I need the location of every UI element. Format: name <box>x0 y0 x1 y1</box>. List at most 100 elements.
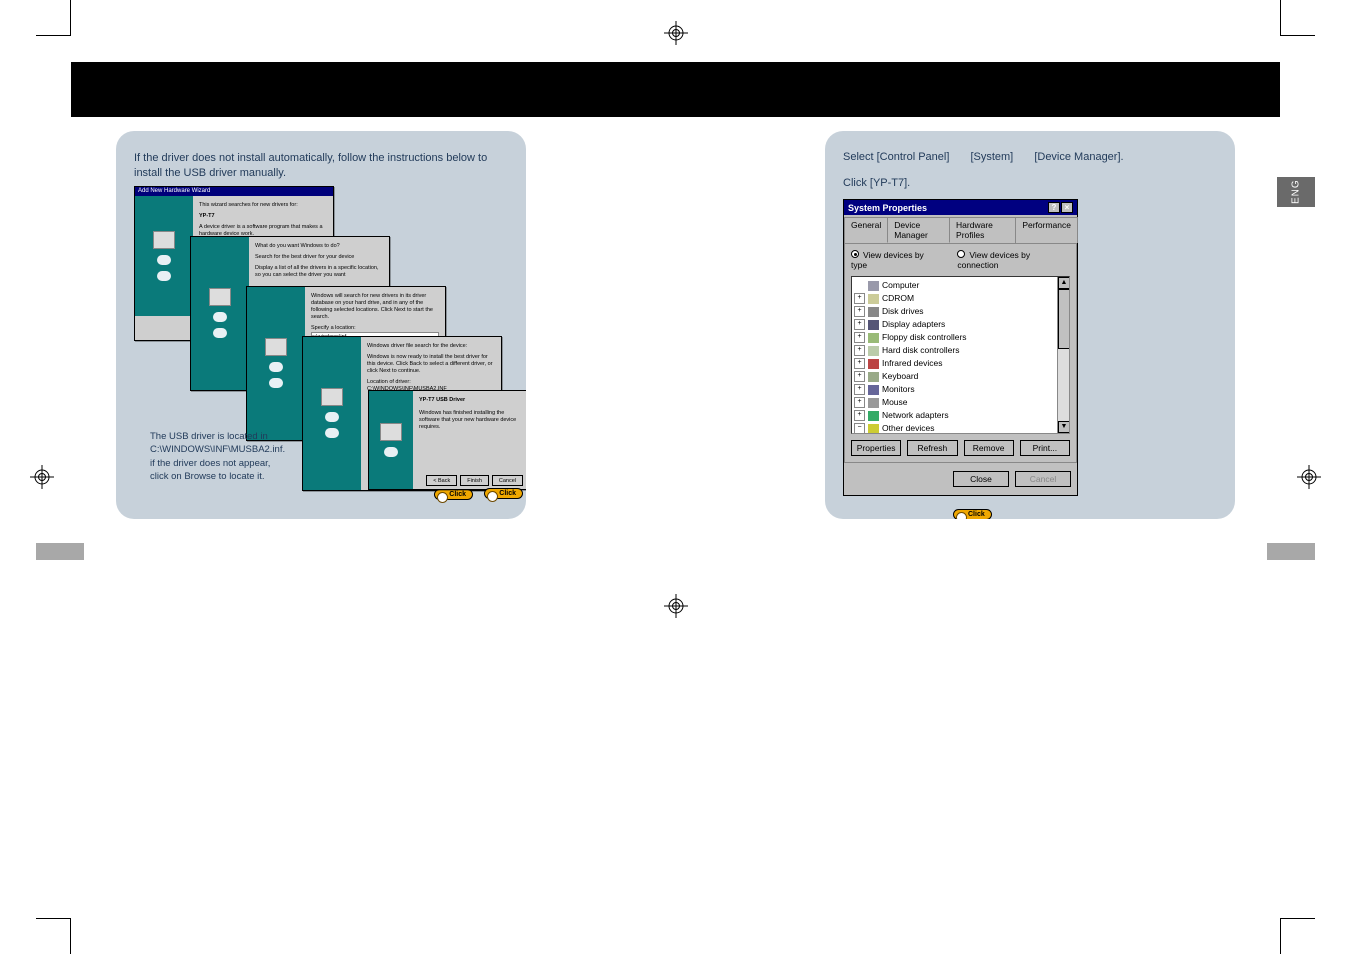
tree-floppy[interactable]: Floppy disk controllers <box>854 331 1067 344</box>
finish-button[interactable]: Finish <box>460 475 489 486</box>
other-devices-icon <box>868 424 879 434</box>
cloud-icon <box>213 328 227 338</box>
scroll-up-icon[interactable]: ▲ <box>1058 277 1070 289</box>
crop-mark <box>1280 918 1315 919</box>
driver-location-note: The USB driver is located in C:\WINDOWS\… <box>150 430 285 483</box>
view-by-type[interactable]: View devices by type <box>851 250 939 270</box>
tree-monitors[interactable]: Monitors <box>854 383 1067 396</box>
computer-icon <box>209 288 231 306</box>
mouse-icon <box>868 398 879 408</box>
registration-mark-icon <box>664 594 688 618</box>
gray-bar <box>1267 543 1315 560</box>
dialog-titlebar: System Properties ? × <box>844 200 1077 215</box>
network-icon <box>868 411 879 421</box>
wizard-option[interactable]: Specify a location: <box>311 325 439 332</box>
registration-mark-icon <box>664 21 688 45</box>
crop-mark <box>36 35 71 36</box>
tree-hd[interactable]: Hard disk controllers <box>854 344 1067 357</box>
registration-mark-icon <box>1297 465 1321 489</box>
floppy-icon <box>868 333 879 343</box>
close-icon[interactable]: × <box>1061 202 1073 213</box>
language-tab: ENG <box>1277 177 1315 207</box>
button-row: Properties Refresh Remove Print... <box>851 440 1070 456</box>
note-line: C:\WINDOWS\INF\MUSBA2.inf. <box>150 443 285 456</box>
infrared-icon <box>868 359 879 369</box>
crop-mark <box>70 0 71 35</box>
tab-performance[interactable]: Performance <box>1015 217 1078 243</box>
cancel-button[interactable]: Cancel <box>492 475 523 486</box>
wizard-line: This wizard searches for new drivers for… <box>199 202 327 209</box>
cloud-icon <box>213 312 227 322</box>
tree-mouse[interactable]: Mouse <box>854 396 1067 409</box>
back-button[interactable]: < Back <box>426 475 457 486</box>
cloud-icon <box>157 255 171 265</box>
tree-net[interactable]: Network adapters <box>854 409 1067 422</box>
crop-mark <box>70 919 71 954</box>
dialog-footer: Close Cancel <box>844 463 1077 495</box>
tab-device-manager[interactable]: Device Manager <box>887 217 950 243</box>
disk-icon <box>868 307 879 317</box>
tree-display[interactable]: Display adapters <box>854 318 1067 331</box>
refresh-button[interactable]: Refresh <box>907 440 957 456</box>
crop-mark <box>36 918 71 919</box>
note-line: click on Browse to locate it. <box>150 470 285 483</box>
tree-ir[interactable]: Infrared devices <box>854 357 1067 370</box>
keyboard-icon <box>868 372 879 382</box>
path-step: [Device Manager]. <box>1034 151 1123 163</box>
wizard-line: Windows will search for new drivers in i… <box>311 293 439 322</box>
wizard-option[interactable]: Search for the best driver for your devi… <box>255 254 383 261</box>
wizard-line: Windows is now ready to install the best… <box>367 354 495 375</box>
scroll-down-icon[interactable]: ▼ <box>1058 421 1070 433</box>
cdrom-icon <box>868 294 879 304</box>
scroll-thumb[interactable] <box>1058 289 1070 349</box>
header-band <box>71 62 1280 117</box>
tree-kb[interactable]: Keyboard <box>854 370 1067 383</box>
tree-computer[interactable]: Computer <box>854 279 1067 292</box>
tree-other[interactable]: Other devices <box>854 422 1067 434</box>
wizard-title: Add New Hardware Wizard <box>135 187 333 196</box>
wizard-device: YP-T7 <box>199 213 327 220</box>
tree-disk[interactable]: Disk drives <box>854 305 1067 318</box>
cloud-icon <box>384 447 398 457</box>
note-line: if the driver does not appear, <box>150 457 285 470</box>
crop-mark <box>1280 919 1281 954</box>
path-step: Select [Control Panel] <box>843 151 949 163</box>
wizard-device: YP-T7 USB Driver <box>419 397 521 404</box>
wizard-line: Windows has finished installing the soft… <box>419 410 521 431</box>
path-step: [System] <box>970 151 1013 163</box>
tree-cdrom[interactable]: CDROM <box>854 292 1067 305</box>
wizard-window-5: YP-T7 USB Driver Windows has finished in… <box>368 390 526 490</box>
crop-mark <box>1280 35 1315 36</box>
click-badge: Click <box>953 509 992 519</box>
wizard-line: Location of driver: <box>367 379 495 386</box>
monitor-icon <box>868 385 879 395</box>
print-button[interactable]: Print... <box>1020 440 1070 456</box>
tab-general[interactable]: General <box>844 217 888 243</box>
help-icon[interactable]: ? <box>1048 202 1060 213</box>
display-icon <box>868 320 879 330</box>
tab-hardware-profiles[interactable]: Hardware Profiles <box>949 217 1016 243</box>
cloud-icon <box>269 362 283 372</box>
navigation-path: Select [Control Panel] [System] [Device … <box>843 151 1217 163</box>
close-button[interactable]: Close <box>953 471 1009 487</box>
view-by-connection[interactable]: View devices by connection <box>957 250 1070 270</box>
wizard-side-graphic <box>247 287 305 440</box>
remove-button[interactable]: Remove <box>964 440 1014 456</box>
properties-button[interactable]: Properties <box>851 440 901 456</box>
harddisk-icon <box>868 346 879 356</box>
computer-icon <box>380 423 402 441</box>
cloud-icon <box>157 271 171 281</box>
view-options: View devices by type View devices by con… <box>851 250 1070 270</box>
wizard-side-graphic <box>369 391 413 489</box>
device-tree[interactable]: Computer CDROM Disk drives Display adapt… <box>851 276 1070 434</box>
wizard-option[interactable]: Display a list of all the drivers in a s… <box>255 265 383 279</box>
computer-icon <box>153 231 175 249</box>
computer-icon <box>868 281 879 291</box>
radio-icon <box>851 250 859 258</box>
note-line: The USB driver is located in <box>150 430 285 443</box>
radio-icon <box>957 250 965 258</box>
dialog-title: System Properties <box>848 203 927 213</box>
cloud-icon <box>325 428 339 438</box>
computer-icon <box>321 388 343 406</box>
scrollbar[interactable]: ▲ ▼ <box>1057 277 1069 433</box>
